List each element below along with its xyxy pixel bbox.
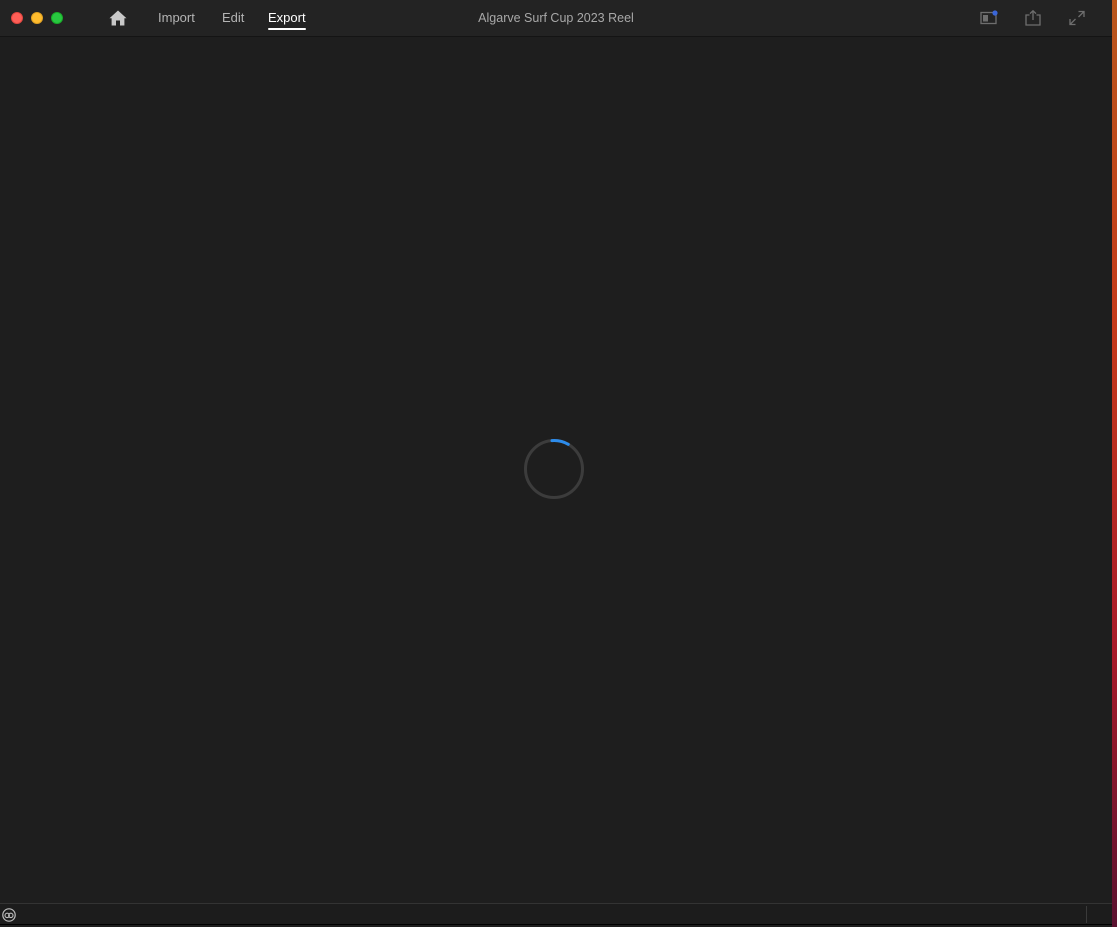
tab-import-label: Import bbox=[158, 10, 195, 25]
desktop-background-edge bbox=[1112, 0, 1117, 927]
title-bar: Import Edit Export Algarve Surf Cup 2023… bbox=[0, 0, 1112, 37]
workspace-panel-button[interactable] bbox=[979, 9, 999, 27]
tab-edit[interactable]: Edit bbox=[222, 10, 244, 26]
share-button[interactable] bbox=[1023, 9, 1043, 27]
tab-edit-label: Edit bbox=[222, 10, 245, 25]
status-bar bbox=[0, 903, 1112, 924]
status-divider bbox=[1086, 906, 1087, 923]
fullscreen-button[interactable] bbox=[1067, 9, 1087, 27]
app-window: Import Edit Export Algarve Surf Cup 2023… bbox=[0, 0, 1112, 925]
tab-export[interactable]: Export bbox=[268, 10, 306, 30]
main-content-area bbox=[0, 37, 1112, 903]
home-icon bbox=[109, 10, 127, 26]
workspace-panel-icon bbox=[980, 10, 998, 25]
close-window-button[interactable] bbox=[11, 12, 23, 24]
active-tab-underline bbox=[268, 28, 306, 30]
creative-cloud-icon[interactable] bbox=[2, 908, 16, 922]
maximize-window-button[interactable] bbox=[51, 12, 63, 24]
tab-import[interactable]: Import bbox=[158, 10, 195, 26]
share-icon bbox=[1025, 9, 1041, 26]
home-button[interactable] bbox=[108, 9, 128, 27]
loading-spinner-icon bbox=[524, 439, 584, 499]
minimize-window-button[interactable] bbox=[31, 12, 43, 24]
window-title: Algarve Surf Cup 2023 Reel bbox=[478, 11, 634, 25]
fullscreen-icon bbox=[1069, 10, 1085, 26]
tab-export-label: Export bbox=[268, 10, 306, 25]
